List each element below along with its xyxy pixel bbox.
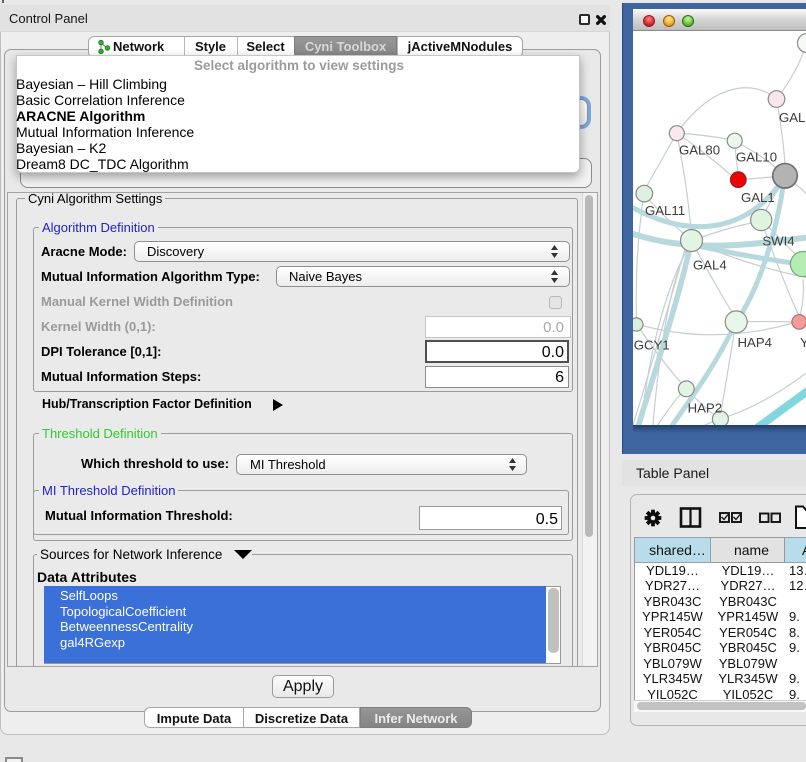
svg-text:HAP2: HAP2 (688, 400, 722, 415)
svg-text:SWI4: SWI4 (762, 234, 794, 249)
svg-text:GCY1: GCY1 (634, 337, 670, 352)
svg-text:GAL1: GAL1 (741, 190, 775, 205)
svg-text:YJ: YJ (800, 335, 806, 350)
svg-text:GAL80: GAL80 (679, 143, 720, 158)
svg-text:HAP4: HAP4 (738, 335, 772, 350)
svg-text:GAL11: GAL11 (645, 203, 685, 218)
svg-text:GAL7: GAL7 (779, 110, 806, 125)
svg-text:GAL10: GAL10 (736, 150, 777, 165)
svg-text:GAL4: GAL4 (693, 257, 727, 272)
